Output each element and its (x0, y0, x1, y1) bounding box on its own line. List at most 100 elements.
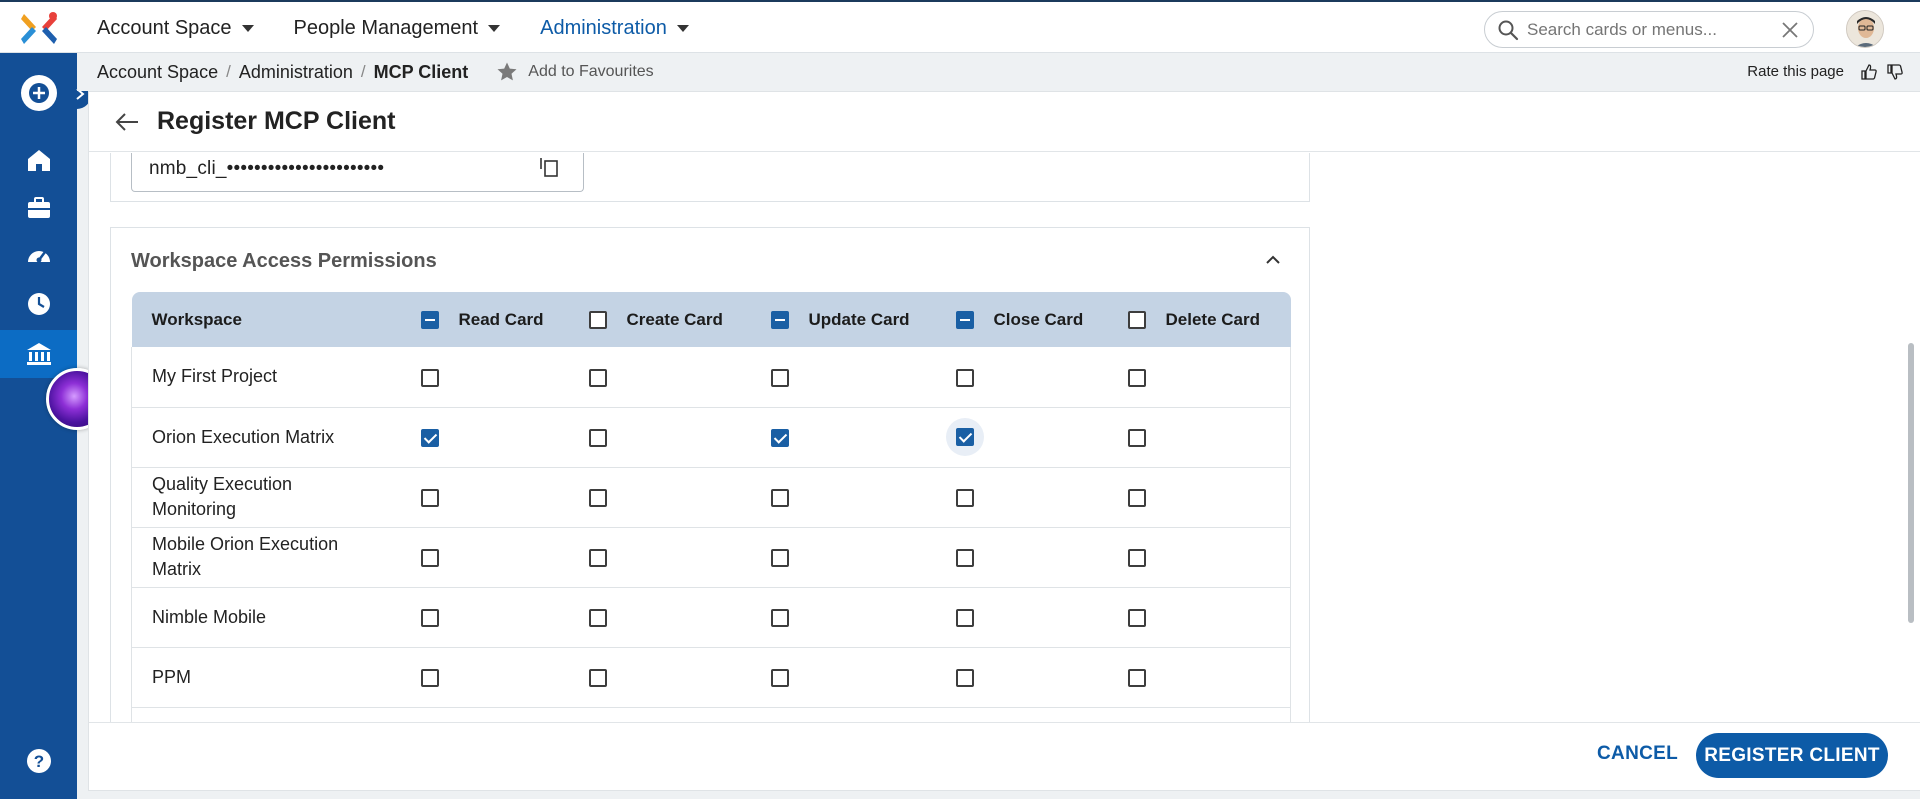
bank-icon (26, 343, 51, 365)
select-all-delete-checkbox[interactable] (1127, 310, 1146, 329)
delete-checkbox[interactable] (1127, 368, 1146, 387)
column-header-update: Update Card (770, 292, 956, 347)
read-checkbox[interactable] (420, 548, 439, 567)
update-checkbox[interactable] (770, 428, 789, 447)
update-checkbox[interactable] (770, 488, 789, 507)
column-header-read: Read Card (420, 292, 589, 347)
user-photo-icon (1847, 11, 1883, 47)
breadcrumb-bar: Account Space / Administration / MCP Cli… (77, 53, 1920, 91)
select-all-close-checkbox[interactable] (955, 310, 974, 329)
back-arrow-icon[interactable] (113, 108, 141, 136)
select-all-update-checkbox[interactable] (770, 310, 789, 329)
workspace-name: Nimble Mobile (131, 587, 421, 648)
top-bar: Account Space People Management Administ… (0, 0, 1920, 53)
breadcrumb: Account Space / Administration / MCP Cli… (97, 62, 468, 83)
column-header-close-label: Close Card (993, 309, 1084, 329)
close-checkbox[interactable] (955, 368, 974, 387)
vertical-scrollbar[interactable] (1906, 153, 1916, 723)
column-header-read-label: Read Card (458, 309, 544, 329)
permissions-table: Workspace Read Card Create Card Update C… (131, 292, 1291, 723)
main-panel: Register MCP Client nmb_cli_••••••••••••… (88, 91, 1920, 791)
column-header-create-label: Create Card (626, 309, 723, 329)
checkbox-focus-ring (945, 418, 984, 456)
create-checkbox[interactable] (588, 668, 607, 687)
update-checkbox[interactable] (770, 548, 789, 567)
form-scroll-area[interactable]: nmb_cli_••••••••••••••••••••••• Workspac… (89, 153, 1909, 723)
star-icon (497, 62, 517, 81)
workspace-permissions-card: Workspace Access Permissions Workspace R… (110, 227, 1310, 723)
close-checkbox[interactable] (955, 608, 974, 627)
update-checkbox[interactable] (770, 668, 789, 687)
sidebar-item-dashboard[interactable] (0, 232, 77, 280)
search-input[interactable] (1527, 19, 1767, 40)
section-title: Workspace Access Permissions (131, 250, 437, 272)
copy-icon[interactable] (539, 157, 559, 179)
close-checkbox[interactable] (955, 668, 974, 687)
workspace-name: Mobile Orion Execution Matrix (131, 527, 421, 588)
breadcrumb-mcp-client: MCP Client (373, 61, 469, 82)
chevron-up-icon[interactable] (1263, 250, 1283, 270)
nav-people-management[interactable]: People Management (294, 17, 501, 40)
nav-account-space[interactable]: Account Space (97, 17, 254, 40)
read-checkbox[interactable] (420, 668, 439, 687)
user-avatar[interactable] (1846, 10, 1884, 48)
select-all-read-checkbox[interactable] (420, 310, 439, 329)
read-checkbox[interactable] (420, 428, 439, 447)
create-checkbox[interactable] (588, 368, 607, 387)
sidebar-item-portfolio[interactable] (0, 184, 77, 232)
sidebar-item-help[interactable]: ? (0, 737, 77, 785)
sidebar-item-history[interactable] (0, 280, 77, 328)
close-checkbox[interactable] (955, 428, 974, 446)
update-checkbox[interactable] (770, 368, 789, 387)
close-checkbox[interactable] (955, 488, 974, 507)
delete-checkbox[interactable] (1127, 668, 1146, 687)
client-secret-value: nmb_cli_••••••••••••••••••••••• (149, 157, 385, 179)
thumbs-up-icon[interactable] (1860, 63, 1878, 81)
read-checkbox[interactable] (420, 488, 439, 507)
select-all-create-checkbox[interactable] (588, 310, 607, 329)
read-checkbox[interactable] (420, 608, 439, 627)
create-checkbox[interactable] (588, 608, 607, 627)
plus-circle-icon (20, 75, 57, 111)
column-header-close: Close Card (955, 292, 1128, 347)
app-logo-icon[interactable] (18, 8, 60, 50)
delete-checkbox[interactable] (1127, 608, 1146, 627)
table-row: Nimble Mobile (131, 587, 1291, 648)
delete-checkbox[interactable] (1127, 488, 1146, 507)
column-header-create: Create Card (588, 292, 771, 347)
panel-header: Register MCP Client (89, 92, 1920, 152)
breadcrumb-separator: / (360, 62, 366, 81)
close-checkbox[interactable] (955, 548, 974, 567)
table-row: Mobile Orion Execution Matrix (131, 527, 1291, 588)
column-header-delete-label: Delete Card (1165, 309, 1260, 329)
add-to-favourites[interactable]: Add to Favourites (496, 61, 654, 83)
sidebar-item-create[interactable] (0, 69, 77, 117)
create-checkbox[interactable] (588, 428, 607, 447)
nav-administration[interactable]: Administration (540, 17, 689, 40)
update-checkbox[interactable] (770, 608, 789, 627)
create-checkbox[interactable] (588, 548, 607, 567)
read-checkbox[interactable] (420, 368, 439, 387)
help-icon: ? (26, 749, 51, 773)
cancel-button[interactable]: CANCEL (1597, 743, 1678, 765)
breadcrumb-administration[interactable]: Administration (239, 62, 353, 83)
table-row: Orion Execution Matrix (131, 407, 1291, 468)
register-client-button[interactable]: REGISTER CLIENT (1696, 733, 1888, 778)
workspace-name: Orion Execution Matrix (131, 407, 421, 468)
delete-checkbox[interactable] (1127, 428, 1146, 447)
column-header-workspace: Workspace (151, 309, 242, 329)
sidebar-item-home[interactable] (0, 136, 77, 184)
table-row: My First Project (131, 347, 1291, 408)
search-icon (1498, 20, 1519, 40)
close-icon[interactable] (1779, 19, 1801, 41)
breadcrumb-account-space[interactable]: Account Space (97, 62, 218, 83)
main-nav: Account Space People Management Administ… (97, 2, 729, 55)
delete-checkbox[interactable] (1127, 548, 1146, 567)
client-secret-field[interactable]: nmb_cli_••••••••••••••••••••••• (131, 153, 584, 192)
scrollbar-thumb[interactable] (1908, 343, 1914, 623)
caret-down-icon (241, 25, 254, 32)
add-to-favourites-label: Add to Favourites (528, 63, 654, 80)
thumbs-down-icon[interactable] (1886, 63, 1904, 81)
create-checkbox[interactable] (588, 488, 607, 507)
column-header-delete: Delete Card (1127, 292, 1291, 347)
